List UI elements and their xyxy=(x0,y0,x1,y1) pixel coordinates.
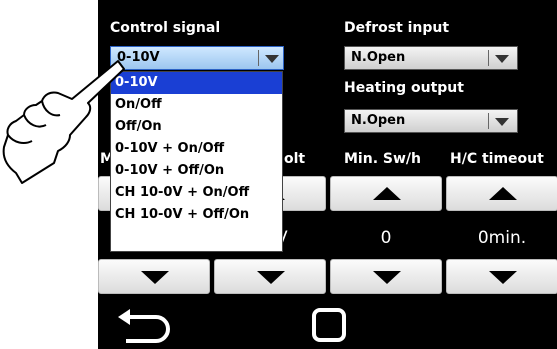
triangle-down-icon xyxy=(373,271,401,284)
dropdown-option[interactable]: 0-10V + On/Off xyxy=(111,138,282,160)
dropdown-option[interactable]: 0-10V xyxy=(111,72,282,94)
chevron-down-icon xyxy=(495,118,509,126)
min-sw-h-up-button[interactable] xyxy=(330,176,442,211)
chevron-down-icon xyxy=(495,55,509,63)
column2-label: olt xyxy=(284,151,306,167)
chevron-down-icon xyxy=(265,55,279,63)
select-separator xyxy=(488,113,489,129)
hc-timeout-label: H/C timeout xyxy=(450,151,544,167)
hc-timeout-up-button[interactable] xyxy=(446,176,557,211)
heating-output-label: Heating output xyxy=(344,80,464,96)
back-arrow-icon[interactable] xyxy=(116,307,172,343)
min-sw-h-down-button[interactable] xyxy=(330,259,442,294)
min-sw-h-value: 0 xyxy=(380,228,392,248)
square-home-icon[interactable] xyxy=(310,306,350,346)
hc-timeout-down-button[interactable] xyxy=(446,259,557,294)
triangle-down-icon xyxy=(257,271,285,284)
min-sw-h-label: Min. Sw/h xyxy=(344,151,421,167)
pointing-hand-icon xyxy=(2,60,125,184)
triangle-up-icon xyxy=(489,187,517,200)
heating-output-select[interactable]: N.Open xyxy=(344,109,518,133)
defrost-input-label: Defrost input xyxy=(344,20,450,36)
triangle-down-icon xyxy=(489,271,517,284)
dropdown-option[interactable]: On/Off xyxy=(111,94,282,116)
col1-down-button[interactable] xyxy=(98,259,210,294)
dropdown-option[interactable]: CH 10-0V + Off/On xyxy=(111,204,282,226)
col2-down-button[interactable] xyxy=(214,259,326,294)
defrost-input-select[interactable]: N.Open xyxy=(344,46,518,70)
control-signal-dropdown: 0-10V On/Off Off/On 0-10V + On/Off 0-10V… xyxy=(110,71,283,252)
dropdown-option[interactable]: 0-10V + Off/On xyxy=(111,160,282,182)
dropdown-option[interactable]: CH 10-0V + On/Off xyxy=(111,182,282,204)
triangle-up-icon xyxy=(373,187,401,200)
select-separator xyxy=(258,50,259,66)
hc-timeout-value: 0min. xyxy=(477,228,527,248)
defrost-input-value: N.Open xyxy=(351,50,406,65)
triangle-down-icon xyxy=(141,271,169,284)
select-separator xyxy=(488,50,489,66)
heating-output-value: N.Open xyxy=(351,113,406,128)
control-signal-select[interactable]: 0-10V xyxy=(110,46,284,70)
dropdown-option[interactable]: Off/On xyxy=(111,116,282,138)
control-signal-label: Control signal xyxy=(110,20,221,36)
